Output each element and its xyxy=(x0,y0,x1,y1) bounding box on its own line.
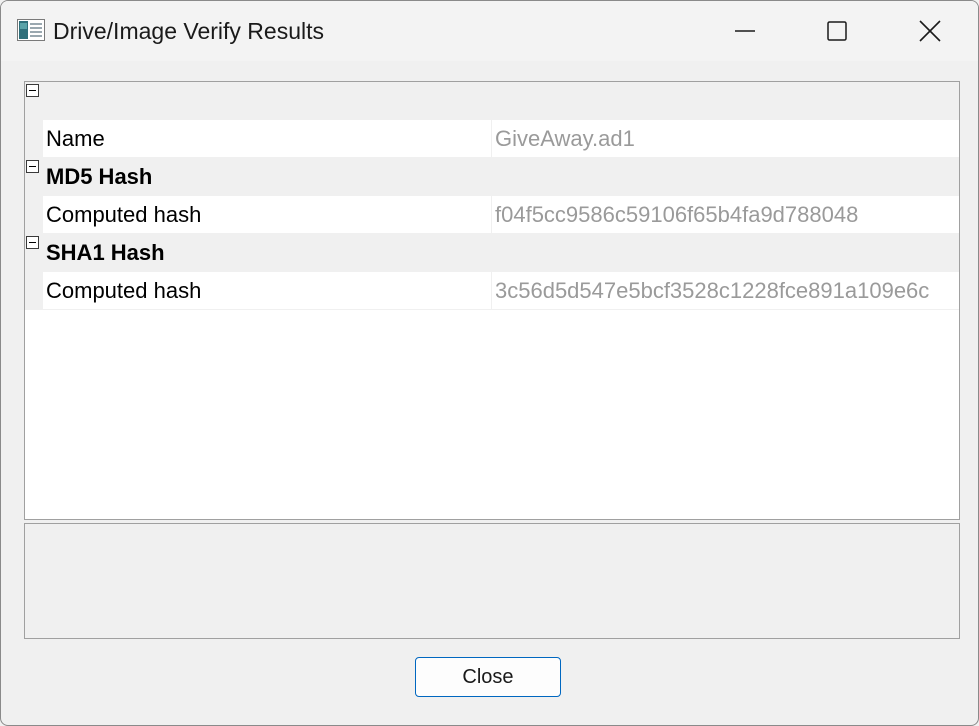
category-label: MD5 Hash xyxy=(46,164,153,189)
title-bar[interactable]: Drive/Image Verify Results xyxy=(1,1,978,61)
drive-image-app-icon xyxy=(17,19,45,41)
close-icon xyxy=(919,20,941,42)
description-panel xyxy=(24,523,960,639)
close-button[interactable]: Close xyxy=(415,657,561,697)
column-splitter[interactable] xyxy=(491,196,492,234)
close-window-button[interactable] xyxy=(884,1,976,61)
category-row-md5[interactable]: MD5 Hash xyxy=(25,158,959,196)
column-splitter[interactable] xyxy=(491,272,492,310)
row-divider xyxy=(43,309,959,310)
property-row-name[interactable]: Name GiveAway.ad1 xyxy=(25,120,959,158)
minimize-button[interactable] xyxy=(699,1,791,61)
verify-results-window: Drive/Image Verify Results Name GiveAway… xyxy=(0,0,979,726)
property-row-md5-computed[interactable]: Computed hash f04f5cc9586c59106f65b4fa9d… xyxy=(25,196,959,234)
column-splitter[interactable] xyxy=(491,120,492,158)
property-name: Computed hash xyxy=(46,202,202,227)
collapse-icon[interactable] xyxy=(26,160,39,173)
row-gutter xyxy=(25,120,43,158)
row-gutter xyxy=(25,272,43,310)
property-value[interactable]: f04f5cc9586c59106f65b4fa9d788048 xyxy=(495,202,958,228)
collapse-icon[interactable] xyxy=(26,84,39,97)
category-label: SHA1 Hash xyxy=(46,240,165,265)
property-value[interactable]: GiveAway.ad1 xyxy=(495,126,958,152)
maximize-icon xyxy=(827,21,847,41)
property-row-sha1-computed[interactable]: Computed hash 3c56d5d547e5bcf3528c1228fc… xyxy=(25,272,959,310)
maximize-button[interactable] xyxy=(791,1,883,61)
property-name: Name xyxy=(46,126,105,151)
collapse-icon[interactable] xyxy=(26,236,39,249)
category-row-root[interactable] xyxy=(25,82,959,120)
row-gutter xyxy=(25,196,43,234)
property-value[interactable]: 3c56d5d547e5bcf3528c1228fce891a109e6c xyxy=(495,278,958,304)
window-title: Drive/Image Verify Results xyxy=(53,18,324,44)
category-row-sha1[interactable]: SHA1 Hash xyxy=(25,234,959,272)
property-name: Computed hash xyxy=(46,278,202,303)
minimize-icon xyxy=(735,30,755,32)
property-grid[interactable]: Name GiveAway.ad1 MD5 Hash Computed hash… xyxy=(24,81,960,520)
